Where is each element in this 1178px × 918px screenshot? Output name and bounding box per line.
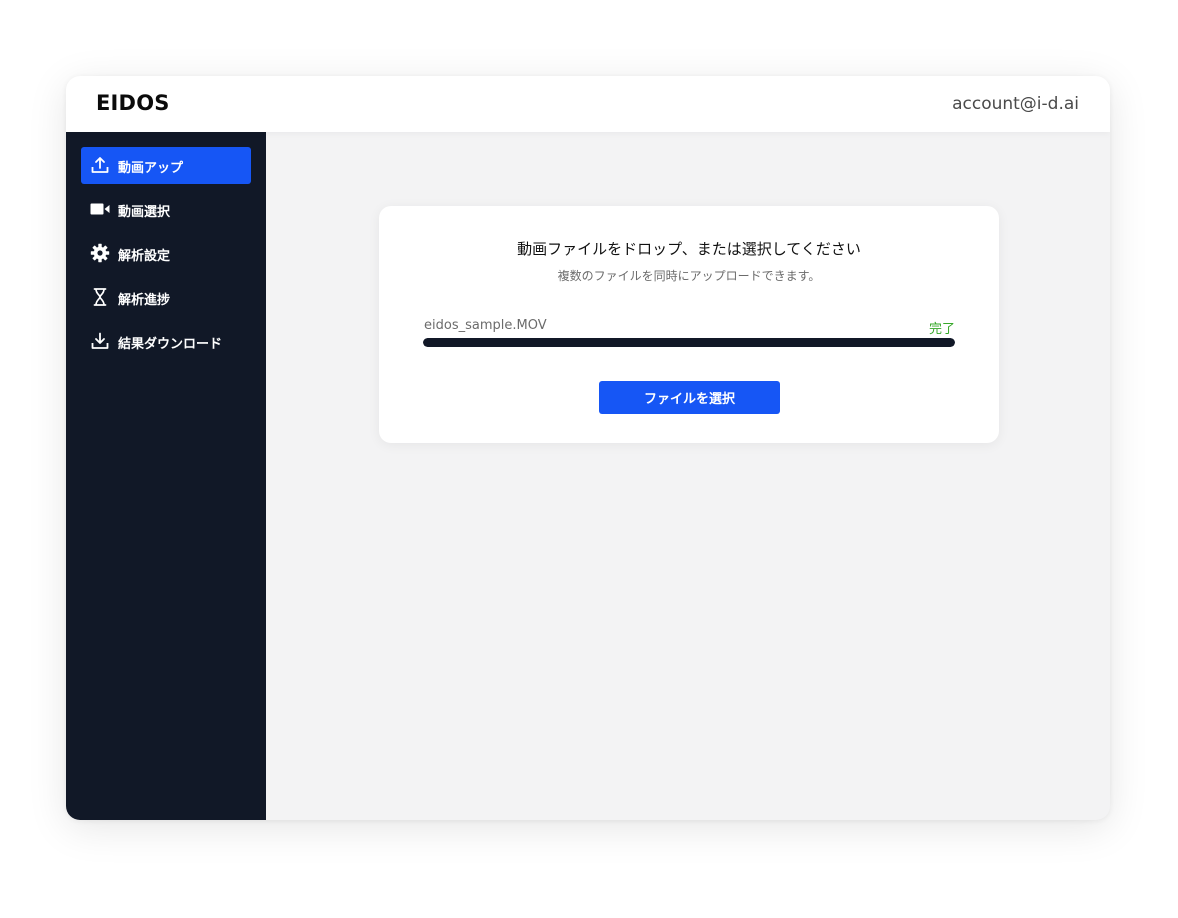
hourglass-icon	[93, 288, 107, 306]
uploaded-file-name: eidos_sample.MOV	[424, 318, 547, 333]
download-icon	[91, 332, 109, 349]
gear-icon	[90, 243, 110, 263]
sidebar-item-video-select[interactable]: 動画選択	[81, 191, 251, 228]
sidebar-item-analysis-progress[interactable]: 解析進捗	[81, 279, 251, 316]
sidebar-item-label: 動画選択	[118, 205, 171, 220]
sidebar-item-result-download[interactable]: 結果ダウンロード	[81, 323, 251, 360]
header-bar: EIDOS account@i-d.ai	[66, 76, 1110, 132]
dropzone-title: 動画ファイルをドロップ、または選択してください	[517, 240, 861, 258]
brand-logo[interactable]: EIDOS	[96, 91, 170, 115]
sidebar-item-label: 動画アップ	[118, 161, 184, 176]
upload-progress-fill	[423, 338, 955, 347]
sidebar: 動画アップ 動画選択 解析設定 解析進捗 結果ダウンロード	[66, 132, 266, 820]
sidebar-item-label: 解析設定	[118, 249, 171, 264]
app-window: EIDOS account@i-d.ai 動画アップ 動画選択 解析設定 解析進…	[66, 76, 1110, 820]
video-camera-icon	[90, 203, 110, 215]
dropzone-subtitle: 複数のファイルを同時にアップロードできます。	[557, 269, 821, 283]
sidebar-item-label: 結果ダウンロード	[118, 337, 223, 352]
upload-icon	[91, 157, 109, 173]
select-file-button[interactable]: ファイルを選択	[599, 381, 780, 414]
upload-dropzone-card[interactable]: 動画ファイルをドロップ、または選択してください 複数のファイルを同時にアップロー…	[379, 206, 999, 443]
upload-progress-bar	[423, 338, 955, 347]
upload-status-label: 完了	[928, 322, 955, 337]
sidebar-item-label: 解析進捗	[118, 293, 171, 308]
sidebar-item-analysis-settings[interactable]: 解析設定	[81, 235, 251, 272]
account-email[interactable]: account@i-d.ai	[952, 94, 1079, 114]
sidebar-item-video-upload[interactable]: 動画アップ	[81, 147, 251, 184]
